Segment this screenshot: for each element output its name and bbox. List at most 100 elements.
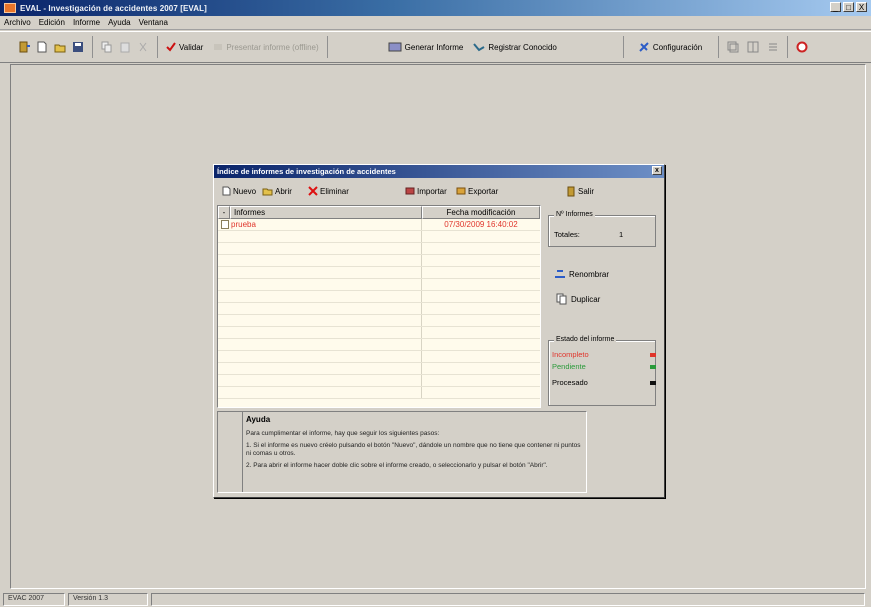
checkmark-icon (166, 42, 176, 52)
delete-report-label: Eliminar (320, 186, 349, 196)
report-list[interactable]: - Informes Fecha modificación prueba 07/… (217, 205, 541, 408)
register-known-label: Registrar Conocido (488, 42, 557, 52)
status-incomplete: Incompleto (552, 350, 656, 359)
exit-door-icon[interactable] (18, 41, 30, 53)
open-folder-icon (262, 188, 273, 196)
report-name: prueba (231, 220, 256, 229)
new-report-label: Nuevo (233, 186, 257, 196)
help-divider (242, 412, 243, 492)
menu-edicion[interactable]: Edición (39, 18, 65, 27)
status-pending: Pendiente (552, 362, 656, 371)
submit-offline-button[interactable]: Presentar informe (offline) (213, 42, 319, 52)
status-message (151, 592, 865, 606)
report-side-panel: Nº Informes Totales: 1 Renombrar Duplica… (542, 205, 660, 408)
exit-dialog-button[interactable]: Salir (566, 186, 594, 197)
export-button[interactable]: Exportar (456, 186, 498, 196)
new-document-icon (222, 186, 231, 196)
submit-offline-label: Presentar informe (offline) (226, 42, 319, 52)
list-header: - Informes Fecha modificación (218, 206, 540, 219)
totals-value: 1 (619, 230, 624, 239)
status-pending-label: Pendiente (552, 362, 586, 371)
help-lifebuoy-icon[interactable] (796, 41, 808, 53)
table-row (218, 327, 540, 339)
table-row (218, 387, 540, 399)
status-incomplete-label: Incompleto (552, 350, 589, 359)
status-incomplete-swatch (650, 353, 656, 357)
dialog-titlebar: Índice de informes de investigación de a… (214, 165, 664, 178)
register-known-button[interactable]: Registrar Conocido (473, 42, 557, 52)
main-toolbar: Validar Presentar informe (offline) Gene… (0, 31, 871, 63)
import-label: Importar (417, 186, 447, 196)
new-document-icon[interactable] (36, 41, 48, 53)
column-header-informes[interactable]: Informes (230, 206, 422, 219)
help-paragraph: Para cumplimentar el informe, hay que se… (246, 430, 440, 437)
config-label: Configuración (652, 42, 703, 52)
open-report-button[interactable]: Abrir (262, 186, 292, 196)
duplicate-icon (556, 293, 567, 305)
export-icon (456, 187, 466, 195)
validate-label: Validar (179, 42, 204, 52)
config-icon (639, 42, 649, 52)
table-row (218, 231, 540, 243)
new-report-button[interactable]: Nuevo (222, 186, 256, 196)
import-button[interactable]: Importar (405, 186, 447, 196)
table-row (218, 267, 540, 279)
totals-title: Nº Informes (554, 211, 595, 218)
arrange-icon[interactable] (767, 41, 779, 53)
status-pending-swatch (650, 365, 656, 369)
duplicate-label: Duplicar (571, 294, 601, 304)
report-icon (388, 42, 402, 52)
report-document-icon (221, 220, 229, 229)
export-label: Exportar (468, 186, 499, 196)
help-paragraph: 2. Para abrir el informe hacer doble cli… (246, 462, 548, 469)
totals-group: Nº Informes Totales: 1 (548, 211, 656, 247)
exit-dialog-label: Salir (578, 186, 595, 196)
paste-icon[interactable] (119, 41, 131, 53)
open-report-label: Abrir (275, 186, 292, 196)
table-row (218, 303, 540, 315)
table-row (218, 375, 540, 387)
open-folder-icon[interactable] (54, 41, 66, 53)
cut-icon[interactable] (137, 41, 149, 53)
table-row[interactable]: prueba 07/30/2009 16:40:02 (218, 219, 540, 231)
register-icon (473, 43, 485, 52)
window-title: EVAL - Investigación de accidentes 2007 … (20, 3, 207, 13)
menu-archivo[interactable]: Archivo (4, 18, 31, 27)
table-row (218, 363, 540, 375)
rename-icon (555, 270, 565, 278)
menu-ayuda[interactable]: Ayuda (108, 18, 131, 27)
dialog-close-button[interactable]: x (652, 166, 662, 175)
help-title: Ayuda (246, 415, 271, 424)
rename-button[interactable]: Renombrar (554, 269, 609, 279)
delete-report-button[interactable]: Eliminar (308, 186, 349, 196)
close-button[interactable]: X (856, 2, 867, 12)
table-row (218, 291, 540, 303)
table-row (218, 279, 540, 291)
duplicate-button[interactable]: Duplicar (556, 293, 600, 305)
validate-button[interactable]: Validar (166, 42, 203, 52)
send-icon (214, 44, 223, 50)
report-date: 07/30/2009 16:40:02 (444, 220, 518, 229)
save-icon[interactable] (72, 41, 84, 53)
delete-x-icon (308, 186, 318, 196)
table-row (218, 315, 540, 327)
table-row (218, 351, 540, 363)
dialog-toolbar: Nuevo Abrir Eliminar Importar Exportar S… (216, 182, 662, 200)
cascade-windows-icon[interactable] (727, 41, 739, 53)
exit-door-icon (567, 186, 575, 196)
generate-report-button[interactable]: Generar Informe (388, 42, 463, 52)
sort-indicator[interactable]: - (218, 206, 230, 219)
column-header-fecha[interactable]: Fecha modificación (422, 206, 540, 219)
menu-informe[interactable]: Informe (73, 18, 100, 27)
app-icon (4, 3, 16, 13)
config-button[interactable]: Configuración (638, 41, 702, 53)
minimize-button[interactable]: _ (830, 2, 841, 12)
status-processed-swatch (650, 381, 656, 385)
tile-windows-icon[interactable] (747, 41, 759, 53)
menu-ventana[interactable]: Ventana (139, 18, 168, 27)
rename-label: Renombrar (569, 269, 610, 279)
maximize-button[interactable]: □ (843, 2, 854, 12)
table-row (218, 243, 540, 255)
copy-icon[interactable] (101, 41, 113, 53)
table-row (218, 255, 540, 267)
